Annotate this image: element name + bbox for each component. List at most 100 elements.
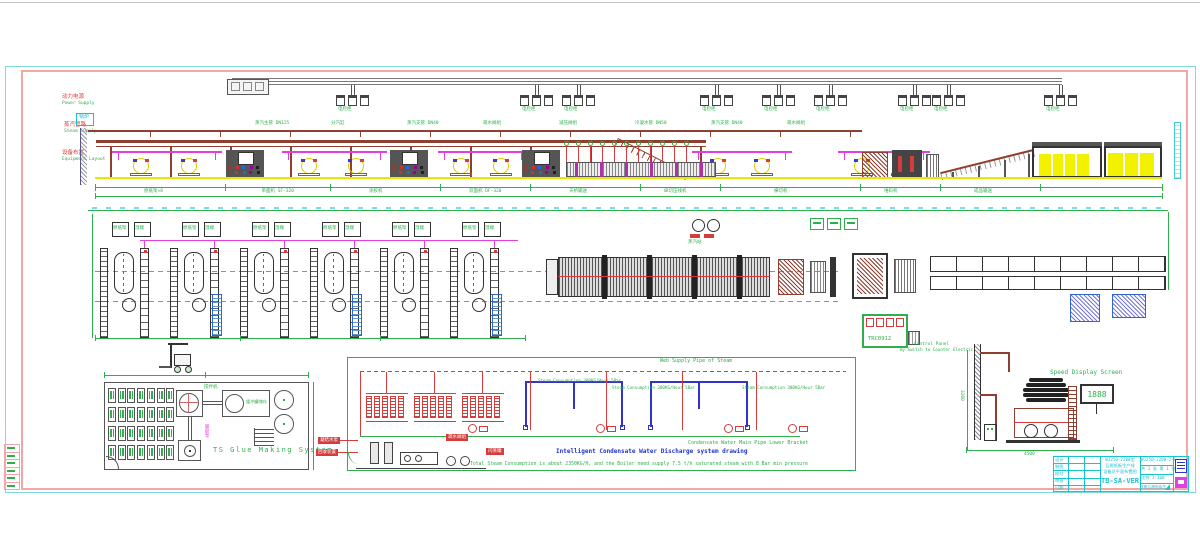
conveyor-divider [1164, 276, 1165, 290]
stairs [254, 428, 274, 446]
plan-roll-centerline [263, 254, 264, 292]
machine-block [830, 257, 836, 297]
glue-tank-mark [151, 429, 153, 437]
machine-detail [414, 166, 417, 169]
green-label-mark [847, 222, 855, 224]
plan-red-dot [284, 250, 287, 253]
tray-drop [718, 85, 719, 95]
plan-roll [254, 252, 274, 294]
dryend-slot [910, 156, 914, 172]
machine-centerline [1014, 422, 1074, 423]
floor-line [95, 177, 1162, 179]
control-box-cell [231, 82, 240, 91]
conveyor-divider [982, 276, 983, 290]
conveyor-divider [1138, 276, 1139, 290]
glue-tank-mark [151, 410, 153, 418]
wall-tick [1142, 207, 1147, 209]
plan-ladder [492, 294, 502, 336]
machine-detail [400, 166, 403, 169]
glue-tank-mark [120, 448, 122, 456]
double-facer-divider [650, 162, 653, 177]
plan-roll [464, 252, 484, 294]
dim-label: 堆码机 [884, 189, 898, 194]
steam-tank [390, 396, 396, 418]
detail-dim-tick [1113, 447, 1114, 453]
glue-tank-mark [149, 448, 151, 456]
forklift-mast [170, 344, 172, 368]
wall-tick [414, 207, 419, 209]
dim-tick [330, 184, 331, 191]
dryend-slot [898, 156, 902, 172]
plan-roll [324, 252, 344, 294]
wall-tick [260, 207, 265, 209]
revision-strip-mark [7, 470, 15, 472]
wall-tick [848, 207, 853, 209]
recovery-pump [446, 456, 456, 466]
condensate-loop-drop [573, 383, 575, 409]
small-cabinet [984, 424, 997, 441]
roll-base [751, 173, 773, 176]
preheater-post [602, 146, 603, 162]
conveyor-divider [1086, 256, 1087, 272]
tank-group-riser [386, 372, 387, 393]
condensate-valve [620, 425, 625, 430]
machine-detail [420, 166, 423, 169]
speed-display-title: Speed Display Screen [1050, 370, 1122, 377]
glue-tank-mark [142, 410, 144, 418]
preheater-roll [588, 141, 593, 146]
roll-base [130, 173, 152, 176]
steam-main-drop [360, 371, 361, 436]
wall-tick [1030, 207, 1035, 209]
title-block-line3: 设备总平面布置图 [1101, 470, 1139, 475]
machine-detail [228, 166, 231, 169]
mill-roll-stand-bar [112, 151, 222, 153]
steam-pipe-label: 分汽缸 [331, 121, 345, 126]
tag-leader [340, 440, 358, 441]
stand-post [288, 153, 289, 160]
electrical-cabinet-top [762, 95, 771, 98]
wall-tick [498, 207, 503, 209]
roll-base [345, 173, 367, 176]
machine-detail [532, 166, 535, 169]
tray-drop [538, 85, 539, 95]
glue-tank-mark [168, 391, 170, 399]
title-block-row-label: 校对 [1055, 472, 1063, 477]
trc-cell [886, 318, 894, 327]
trap-pump-circle [724, 424, 733, 433]
roll-chock-right [766, 159, 770, 162]
wall-tick [834, 207, 839, 209]
mixer-cross [179, 402, 199, 403]
control-box-cell [243, 82, 252, 91]
dim-tick [440, 184, 441, 191]
unit-label: 湿端 [205, 226, 214, 231]
conveyor-divider [1060, 256, 1061, 272]
wall-tick [820, 207, 825, 209]
wall-hatch [80, 128, 87, 185]
wall-tick [624, 207, 629, 209]
wall-tick [750, 207, 755, 209]
condensate-valve [745, 425, 750, 430]
glue-tank-mark [110, 391, 112, 399]
machine-detail [413, 171, 416, 174]
dim-tick [1040, 184, 1041, 191]
wall-tick [162, 207, 167, 209]
title-block-row-label: 审核 [1055, 479, 1063, 484]
machine-detail [538, 166, 541, 169]
plan-frame [280, 248, 289, 338]
glue-tank-mark [171, 448, 173, 456]
title-block-right-top: WJ250-2200-2-F [1141, 458, 1176, 463]
preheater-roll [636, 141, 641, 146]
wall-tick [1086, 207, 1091, 209]
steam-pipe-drop [500, 132, 501, 137]
plan-left-dim [92, 214, 93, 338]
wall-tick [92, 207, 97, 209]
cabinet-label: 电控柜 [702, 107, 716, 112]
trap-pump-box [479, 426, 488, 432]
forklift-body [174, 354, 191, 366]
paper-stack-gap [1123, 153, 1125, 176]
machine-detail [552, 166, 555, 169]
cabinet-label: 电控柜 [338, 107, 352, 112]
storage-dot [283, 423, 285, 425]
wall-tick [960, 207, 965, 209]
wall-tick [946, 207, 951, 209]
